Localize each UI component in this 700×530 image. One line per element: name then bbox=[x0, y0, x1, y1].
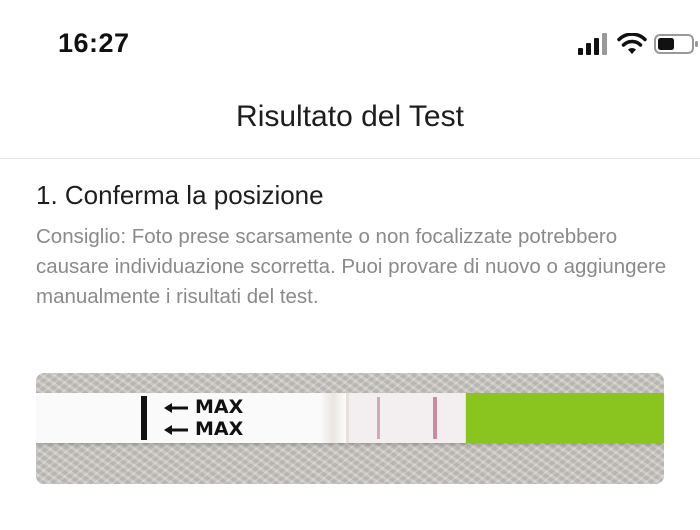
strip-pad bbox=[322, 393, 344, 443]
nav-bar: Risultato del Test bbox=[0, 90, 700, 159]
signal-icon bbox=[578, 33, 607, 55]
max-label-row: MAX bbox=[163, 396, 243, 418]
page-title: Risultato del Test bbox=[236, 100, 464, 133]
max-line bbox=[141, 396, 147, 440]
arrow-left-icon bbox=[164, 424, 188, 435]
hint-text: Consiglio: Foto prese scarsamente o non … bbox=[36, 225, 667, 308]
strip-handle bbox=[466, 393, 664, 443]
wifi-icon bbox=[617, 33, 647, 54]
max-label: MAX bbox=[195, 418, 244, 440]
battery-icon bbox=[654, 34, 698, 54]
section-title: 1. Conferma la posizione bbox=[36, 180, 324, 210]
arrow-left-icon bbox=[164, 402, 188, 413]
test-line bbox=[377, 397, 380, 439]
test-strip: MAX MAX bbox=[36, 393, 664, 443]
control-line bbox=[433, 397, 437, 439]
max-label-row: MAX bbox=[163, 418, 243, 440]
max-marker: MAX MAX bbox=[141, 393, 271, 443]
result-window bbox=[346, 393, 468, 443]
status-bar: 16:27 bbox=[0, 0, 700, 90]
test-strip-photo[interactable]: MAX MAX bbox=[36, 373, 664, 484]
max-label: MAX bbox=[195, 396, 244, 418]
status-time: 16:27 bbox=[58, 28, 130, 58]
